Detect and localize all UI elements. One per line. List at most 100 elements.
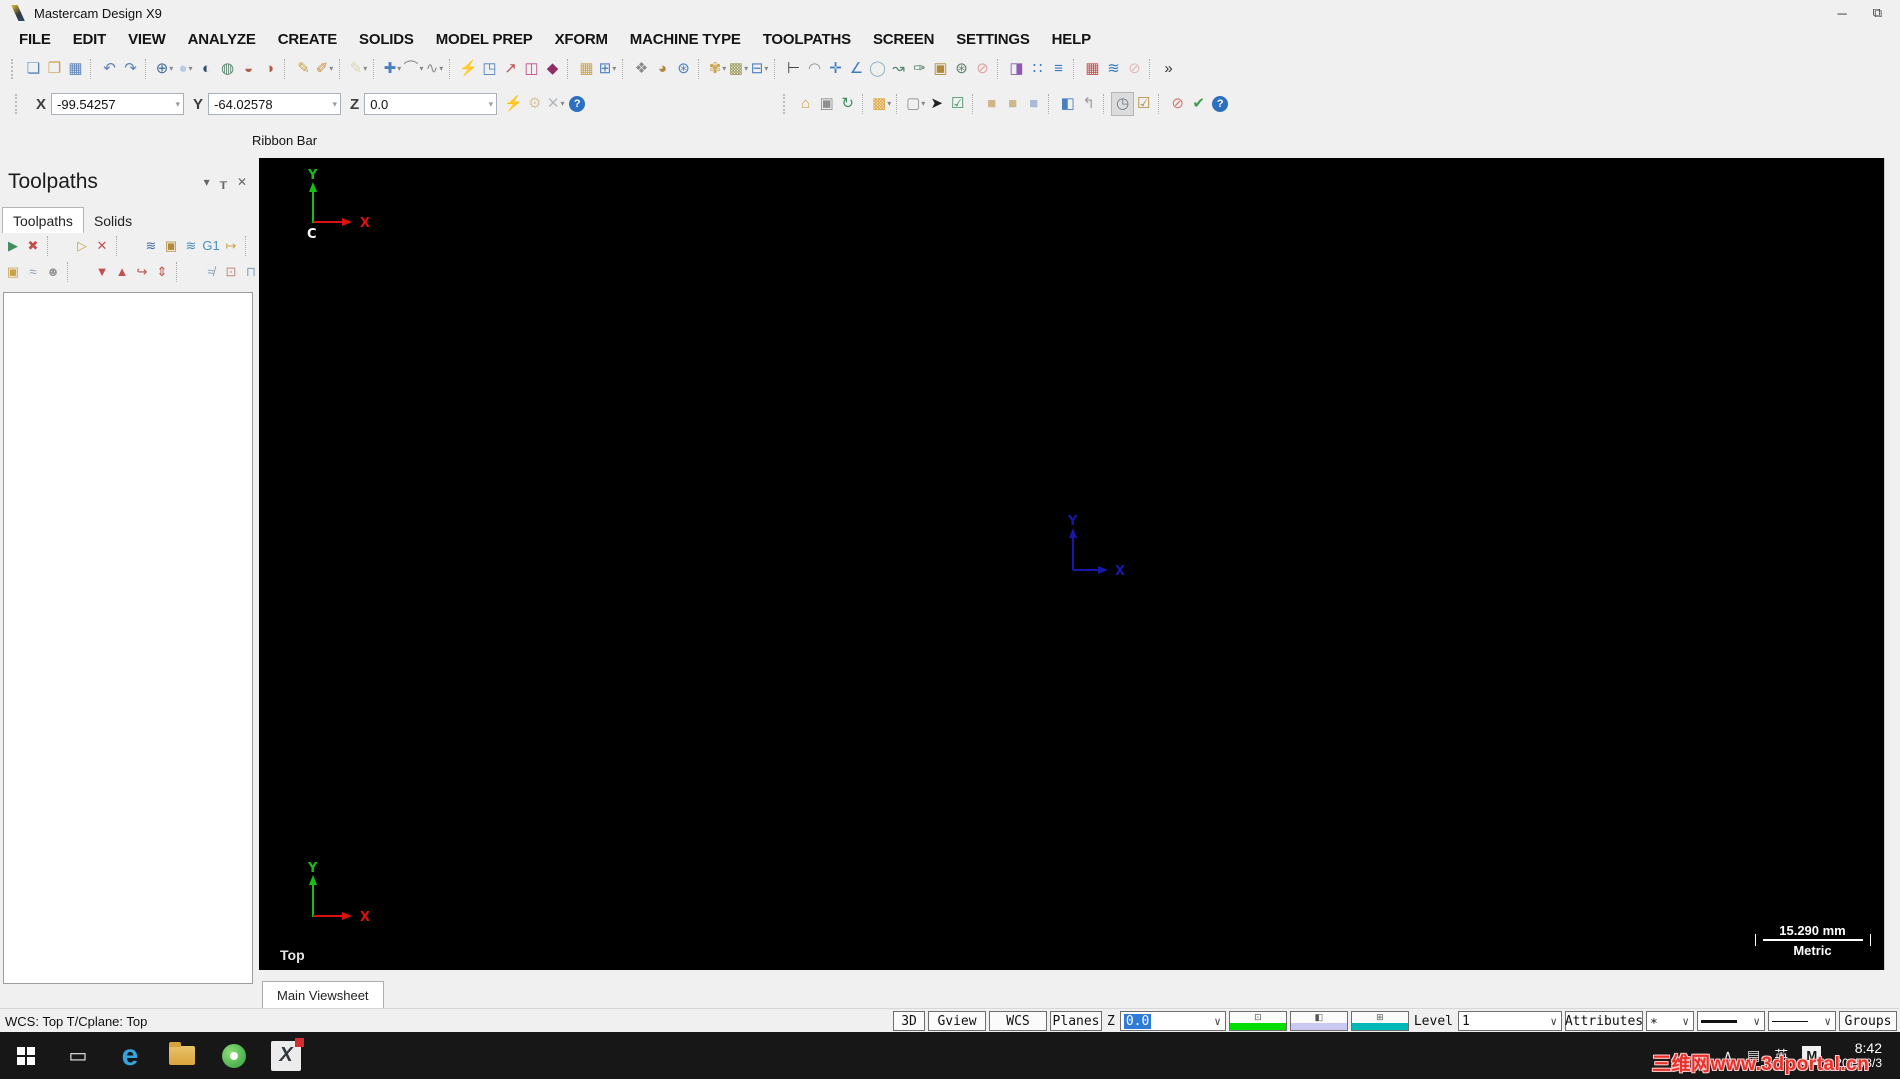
point-position-icon[interactable]: ✛ [825,58,846,80]
backplot-icon[interactable]: ↦ [221,236,241,256]
status-gview-button[interactable]: Gview [928,1011,987,1031]
open-file-icon[interactable]: ❒ [44,58,65,80]
mesh-flowline-icon[interactable]: ✾ [707,58,728,80]
task-view-button[interactable]: ▭ [52,1032,104,1079]
mesh-net-icon[interactable]: ▩ [728,58,749,80]
move-up-icon[interactable]: ▲ [112,262,132,282]
regen-settings-icon[interactable]: ≋ [181,236,201,256]
quickmask-icon[interactable]: ▩ [871,93,892,115]
regen-all-icon[interactable]: ≋ [141,236,161,256]
grid-settings-icon[interactable]: ▦ [576,58,597,80]
shade-outline-sphere-icon[interactable]: ◑ [259,58,280,80]
chain-disabled-icon[interactable]: ✎ [348,58,369,80]
sketch-pencil-icon[interactable]: ✎ [293,58,314,80]
create-point-icon[interactable]: ✚ [382,58,403,80]
clear-entry-icon[interactable]: ✕ [545,93,566,115]
help-icon[interactable]: ? [569,96,586,112]
toolbar-grip[interactable] [11,59,18,79]
general-select-icon[interactable]: ▢ [905,93,926,115]
apply-ok-icon[interactable]: ✔ [1188,93,1209,115]
toolbar-grip[interactable] [15,94,22,114]
menu-help[interactable]: HELP [1041,31,1102,48]
select-cursor-icon[interactable]: ➤ [926,93,947,115]
line-style-combo[interactable] [1697,1011,1765,1031]
undo-icon[interactable]: ↶ [99,58,120,80]
create-spline-icon[interactable]: ∿ [424,58,445,80]
menu-settings[interactable]: SETTINGS [945,31,1040,48]
panel-collapse-icon[interactable]: ▾ [204,175,210,189]
start-button[interactable] [0,1032,52,1079]
status-3d-button[interactable]: 3D [893,1011,926,1031]
lasso-select-icon[interactable]: ⌂ [795,93,816,115]
z-coordinate-input[interactable]: 0.0 [364,93,498,115]
toolpath-display-icon[interactable]: ≈ [23,262,43,282]
surface-color-swatch[interactable]: ⊞ [1350,1011,1409,1031]
status-wcs-button[interactable]: WCS [989,1011,1048,1031]
panel-tab-toolpaths[interactable]: Toolpaths [2,207,84,233]
mask-outside-icon[interactable]: ■ [1023,93,1044,115]
redo-icon[interactable]: ↷ [120,58,141,80]
graphics-viewport[interactable]: Y X C Y X Y X Top 15.290 mm Metric [259,158,1885,970]
autocursor-config-icon[interactable]: ⚙ [524,93,545,115]
save-icon[interactable]: ▦ [65,58,86,80]
disable-all-icon[interactable]: ⊘ [1124,58,1145,80]
insert-arrow-icon[interactable]: ↪ [132,262,152,282]
minimize-button[interactable]: ─ [1837,6,1846,21]
selection-help-icon[interactable]: ? [1212,96,1229,112]
mask-box-icon[interactable]: ■ [1002,93,1023,115]
edge-browser-button[interactable]: e [104,1032,156,1079]
new-file-icon[interactable]: ❏ [23,58,44,80]
attribute-color-icon[interactable]: ◨ [1006,58,1027,80]
entity-color-swatch[interactable]: ⊡ [1228,1011,1287,1031]
analyze-dynamic-icon[interactable]: ⚡ [458,58,479,80]
x-coordinate-input[interactable]: -99.54257 [51,93,185,115]
lock-icon[interactable]: ▣ [3,262,23,282]
move-down-icon[interactable]: ▼ [92,262,112,282]
wheel-dimension-icon[interactable]: ⊛ [951,58,972,80]
restore-button[interactable]: ⧉ [1873,5,1882,21]
select-previous-icon[interactable]: ↰ [1078,93,1099,115]
menu-solids[interactable]: SOLIDS [348,31,425,48]
unselect-all-operations-icon[interactable]: ✖ [23,236,43,256]
fastpoint-icon[interactable]: ⚡ [503,93,524,115]
file-explorer-button[interactable] [156,1032,208,1079]
toolbar-grip[interactable] [783,94,790,114]
cancel-all-icon[interactable]: ⊘ [1167,93,1188,115]
wireframe-sphere-icon[interactable]: ◐ [196,58,217,80]
status-groups-button[interactable]: Groups [1839,1011,1897,1031]
move-swap-icon[interactable]: ⇕ [152,262,172,282]
menu-machine-type[interactable]: MACHINE TYPE [619,31,752,48]
new-viewsheet-icon[interactable]: ⊞ [597,58,618,80]
rotate-select-icon[interactable]: ↻ [837,93,858,115]
create-arc-icon[interactable]: ⌒ [403,58,424,80]
surface-tools-icon[interactable]: ❖ [631,58,652,80]
level-manager-icon[interactable]: ≋ [1103,58,1124,80]
menu-file[interactable]: FILE [8,31,62,48]
circle-dimension-icon[interactable]: ◯ [867,58,888,80]
shade-red-sphere-icon[interactable]: ◒ [238,58,259,80]
panel-close-icon[interactable]: ✕ [237,175,247,189]
tool-display-icon[interactable]: ⊓ [241,262,261,282]
note-icon[interactable]: ✑ [909,58,930,80]
more-buttons-chevron-icon[interactable]: » [1158,58,1179,80]
browser-360-button[interactable] [208,1032,260,1079]
solid-color-swatch[interactable]: ◧ [1289,1011,1348,1031]
status-planes-button[interactable]: Planes [1050,1011,1103,1031]
select-all-operations-icon[interactable]: ▶ [3,236,23,256]
window-select-icon[interactable]: ▣ [816,93,837,115]
angle-dimension-icon[interactable]: ∠ [846,58,867,80]
menu-create[interactable]: CREATE [267,31,348,48]
shade-green-sphere-icon[interactable]: ◍ [217,58,238,80]
panel-pin-icon[interactable]: ┰ [220,175,227,189]
unselect-toolpath-icon[interactable]: ✕ [92,236,112,256]
y-coordinate-input[interactable]: -64.02578 [208,93,342,115]
geometry-select-icon[interactable]: ⊡ [221,262,241,282]
select-toolpath-icon[interactable]: ▷ [72,236,92,256]
toolpaths-tree-area[interactable] [3,292,253,984]
menu-toolpaths[interactable]: TOOLPATHS [752,31,862,48]
point-style-combo[interactable]: ∗ [1646,1011,1694,1031]
analyze-distance-icon[interactable]: ◳ [479,58,500,80]
mesh-table-icon[interactable]: ⊟ [749,58,770,80]
validate-select-icon[interactable]: ☑ [947,93,968,115]
sketch-multi-pencil-icon[interactable]: ✐ [314,58,335,80]
